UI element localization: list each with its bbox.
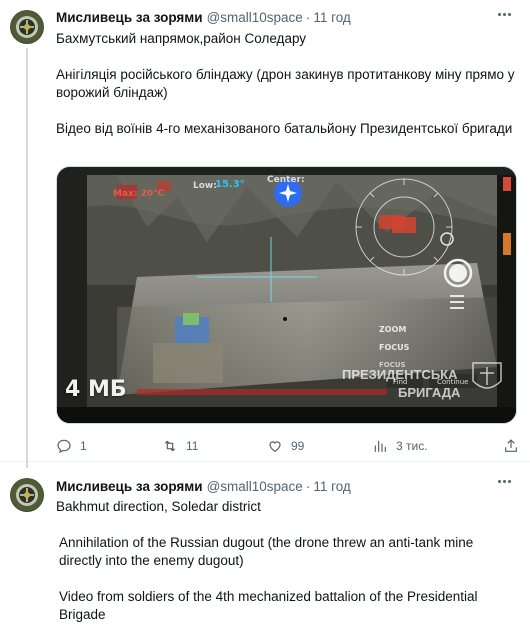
hud-low-label: Low:: [193, 181, 217, 191]
reply-button[interactable]: 1: [56, 436, 87, 456]
watermark-line-1: ПРЕЗИДЕНТСЬКА: [342, 367, 458, 382]
tweet-line: Annihilation of the Russian dugout (the …: [59, 535, 474, 568]
author-handle[interactable]: @small10space: [207, 479, 303, 494]
share-icon: [505, 439, 517, 452]
more-icon[interactable]: [492, 473, 516, 489]
share-button[interactable]: [503, 436, 519, 456]
hud-center-label: Center:: [267, 175, 305, 185]
tweet-text: Bakhmut direction, Soledar district Anni…: [56, 498, 518, 624]
tweet[interactable]: Мисливець за зорями @small10space · 11 г…: [0, 0, 530, 468]
tweet-header: Мисливець за зорями @small10space · 11 г…: [56, 479, 351, 497]
video-media[interactable]: Max: 20°C Low: 15.3° Center: ZOOM FOCUS …: [56, 166, 517, 424]
tweet-line: Бахмутський напрямок,район Соледару: [56, 31, 307, 46]
thread-line: [26, 48, 28, 468]
heart-icon: [269, 441, 281, 453]
tweet-header: Мисливець за зорями @small10space · 11 г…: [56, 10, 351, 28]
retweet-icon: [164, 440, 176, 452]
tweet-line: Анігіляція російського бліндажу (дрон за…: [56, 67, 515, 100]
tweet-line: Відео від воїнів 4-го механізованого бат…: [56, 121, 513, 136]
views-count: 3 тис.: [396, 439, 428, 453]
timestamp[interactable]: 11 год: [313, 479, 350, 494]
action-bar: 1 11 99 3 тис.: [56, 436, 518, 456]
hud-zoom: ZOOM: [379, 325, 407, 334]
author-handle[interactable]: @small10space: [207, 10, 303, 25]
tweet-text: Бахмутський напрямок,район Соледару Аніг…: [56, 30, 516, 138]
separator: ·: [305, 479, 311, 494]
reply-count: 1: [80, 439, 87, 453]
retweet-count: 11: [186, 439, 199, 453]
timestamp[interactable]: 11 год: [313, 10, 350, 25]
hud-max-temp: Max: 20°C: [113, 189, 165, 199]
author-name[interactable]: Мисливець за зорями: [56, 10, 203, 25]
views-icon: [374, 440, 386, 452]
avatar[interactable]: [10, 478, 44, 512]
hud-focus: FOCUS: [379, 343, 410, 352]
like-button[interactable]: 99: [267, 436, 304, 456]
hud-low-value: 15.3°: [215, 179, 245, 190]
reply-icon: [57, 439, 71, 454]
tweet-line: Bakhmut direction, Soledar district: [56, 499, 261, 514]
retweet-button[interactable]: 11: [162, 436, 198, 456]
separator: ·: [305, 10, 311, 25]
media-size-label: 4 МБ: [65, 377, 127, 402]
more-icon[interactable]: [492, 6, 516, 22]
author-name[interactable]: Мисливець за зорями: [56, 479, 203, 494]
like-count: 99: [291, 439, 305, 453]
views-button[interactable]: 3 тис.: [372, 436, 428, 456]
avatar[interactable]: [10, 10, 44, 44]
watermark-line-2: БРИГАДА: [398, 385, 461, 400]
